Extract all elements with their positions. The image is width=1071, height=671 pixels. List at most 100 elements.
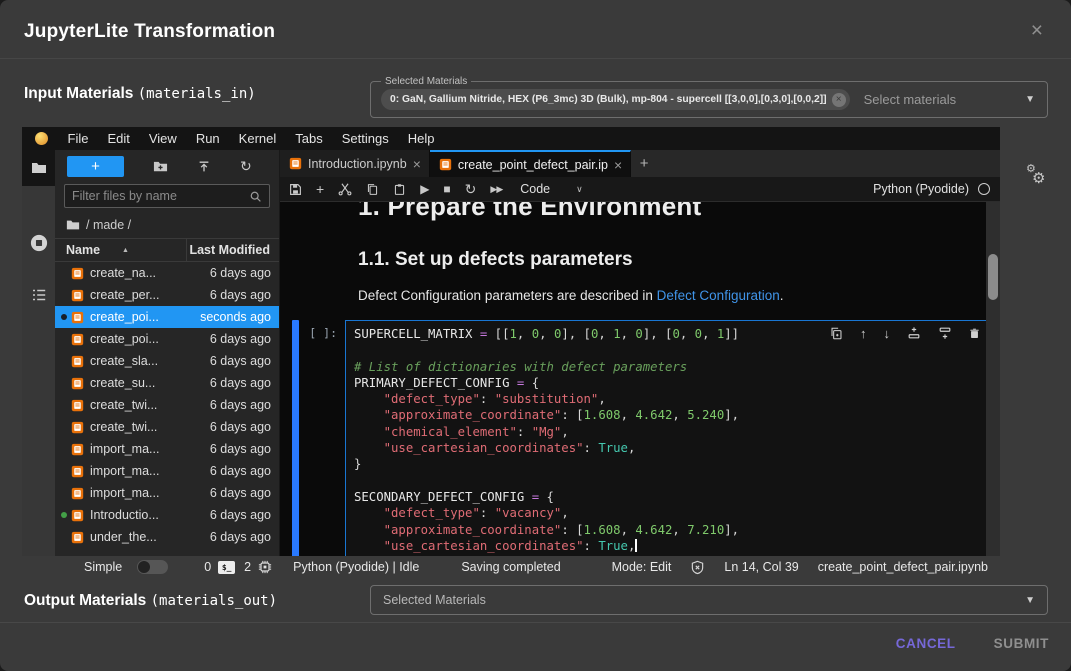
code-cell[interactable]: [ ]: SUPERCELL_MATRIX = [[1, 0, 0], [0, … xyxy=(292,320,993,556)
kernel-status-label[interactable]: Python (Pyodide) | Idle xyxy=(293,560,419,574)
file-row[interactable]: import_ma...6 days ago xyxy=(55,482,279,504)
kernel-running-dot xyxy=(61,512,67,518)
code-editor[interactable]: SUPERCELL_MATRIX = [[1, 0, 0], [0, 1, 0]… xyxy=(345,320,993,556)
notebook-scrollbar[interactable] xyxy=(986,202,1000,556)
refresh-icon: ↻ xyxy=(240,158,252,175)
file-row[interactable]: create_na...6 days ago xyxy=(55,262,279,284)
submit-button[interactable]: SUBMIT xyxy=(994,636,1049,651)
defect-configuration-link[interactable]: Defect Configuration xyxy=(657,288,780,303)
menu-item-edit[interactable]: Edit xyxy=(98,131,139,146)
close-icon[interactable]: × xyxy=(1031,20,1043,41)
dialog-title: JupyterLite Transformation xyxy=(24,21,275,43)
move-cell-up-button[interactable]: ↑ xyxy=(860,327,867,340)
insert-cell-above-button[interactable] xyxy=(907,326,921,340)
notebook-file-icon xyxy=(71,333,84,346)
kernel-indicator[interactable]: Python (Pyodide) xyxy=(873,182,990,196)
file-row[interactable]: create_poi...6 days ago xyxy=(55,328,279,350)
column-header-modified[interactable]: Last Modified xyxy=(187,243,279,257)
file-row[interactable]: create_twi...6 days ago xyxy=(55,416,279,438)
file-row[interactable]: Introductio...6 days ago xyxy=(55,504,279,526)
file-row[interactable]: create_poi...seconds ago xyxy=(55,306,279,328)
cancel-button[interactable]: CANCEL xyxy=(896,636,956,651)
menu-item-run[interactable]: Run xyxy=(186,131,229,146)
selected-materials-field[interactable]: Selected Materials 0: GaN, Gallium Nitri… xyxy=(370,81,1048,118)
file-row[interactable]: create_sla...6 days ago xyxy=(55,350,279,372)
duplicate-cell-button[interactable] xyxy=(830,327,843,340)
toggle-switch[interactable] xyxy=(137,560,168,574)
tab-close-icon[interactable]: × xyxy=(614,158,622,172)
footer-divider xyxy=(0,622,1071,623)
file-row[interactable]: create_per...6 days ago xyxy=(55,284,279,306)
file-list: create_na...6 days agocreate_per...6 day… xyxy=(55,262,279,556)
menu-item-view[interactable]: View xyxy=(139,131,186,146)
material-chip[interactable]: 0: GaN, Gallium Nitride, HEX (P6_3mc) 3D… xyxy=(381,89,850,110)
file-row[interactable]: import_ma...6 days ago xyxy=(55,460,279,482)
insert-cell-below-button[interactable] xyxy=(938,326,952,340)
cell-collapser[interactable] xyxy=(292,320,299,556)
upload-button[interactable] xyxy=(197,160,211,174)
file-row[interactable]: create_su...6 days ago xyxy=(55,372,279,394)
new-launcher-button[interactable]: + xyxy=(67,156,124,177)
output-materials-label: Output Materials (materials_out) xyxy=(24,592,277,610)
notebook-file-icon xyxy=(71,311,84,324)
file-row[interactable]: import_ma...6 days ago xyxy=(55,438,279,460)
dot-placeholder xyxy=(61,358,67,364)
copy-cells-button[interactable] xyxy=(366,183,379,196)
code-line: "chemical_element": "Mg", xyxy=(354,424,984,440)
file-browser-tab[interactable] xyxy=(22,150,55,186)
filter-files-box[interactable] xyxy=(64,184,270,208)
simple-mode-toggle[interactable]: Simple xyxy=(84,560,168,574)
filter-files-input[interactable] xyxy=(72,189,249,203)
add-tab-button[interactable]: + xyxy=(631,150,657,177)
menu-item-settings[interactable]: Settings xyxy=(332,131,398,146)
tab-close-icon[interactable]: × xyxy=(413,157,421,171)
restart-run-all-button[interactable]: ▶▶ xyxy=(490,185,502,194)
code-line: "use_cartesian_coordinates": True, xyxy=(354,538,984,554)
insert-cell-button[interactable]: + xyxy=(316,182,324,196)
file-modified: 6 days ago xyxy=(210,530,271,544)
run-cell-button[interactable]: ▶ xyxy=(420,183,429,195)
menu-item-tabs[interactable]: Tabs xyxy=(286,131,332,146)
cell-type-dropdown[interactable]: Code ∨ xyxy=(520,182,582,196)
cursor-position[interactable]: Ln 14, Col 39 xyxy=(724,560,798,574)
breadcrumb[interactable]: / made / xyxy=(55,215,279,238)
markdown-cell[interactable]: 1. Prepare the Environment 1.1. Set up d… xyxy=(358,202,970,303)
dot-placeholder xyxy=(61,446,67,452)
menu-item-file[interactable]: File xyxy=(58,131,98,146)
column-header-name[interactable]: Name ▲ xyxy=(55,239,187,261)
cut-cells-button[interactable] xyxy=(338,182,352,196)
delete-cell-button[interactable] xyxy=(969,327,980,340)
save-button[interactable] xyxy=(289,183,302,196)
file-row[interactable]: under_the...6 days ago xyxy=(55,526,279,548)
scrollbar-thumb[interactable] xyxy=(988,254,998,300)
kernels-status[interactable]: 2 xyxy=(244,560,272,574)
breadcrumb-path: / made / xyxy=(86,218,131,232)
tab-introduction-ipynb[interactable]: Introduction.ipynb× xyxy=(280,150,430,177)
table-of-contents-tab[interactable] xyxy=(31,287,47,308)
paste-cells-button[interactable] xyxy=(393,183,406,196)
chip-remove-icon[interactable]: × xyxy=(832,93,846,107)
new-folder-button[interactable] xyxy=(153,159,168,174)
menu-bar: FileEditViewRunKernelTabsSettingsHelp xyxy=(22,127,1000,150)
interrupt-kernel-button[interactable]: ■ xyxy=(443,183,450,195)
refresh-file-list-button[interactable]: ↻ xyxy=(240,158,252,175)
trust-shield-icon[interactable] xyxy=(690,560,705,575)
menu-item-help[interactable]: Help xyxy=(398,131,444,146)
tab-create-point-defect-pair-ip[interactable]: create_point_defect_pair.ip× xyxy=(430,150,631,177)
settings-gears-icon[interactable]: ⚙ ⚙ xyxy=(1025,161,1055,191)
notebook-file-icon xyxy=(71,509,84,522)
terminals-status[interactable]: 0 $_ xyxy=(204,560,235,574)
notebook-h2: 1.1. Set up defects parameters xyxy=(358,249,970,271)
chevron-down-icon[interactable]: ▼ xyxy=(1025,595,1035,606)
code-line: SECONDARY_DEFECT_CONFIG = { xyxy=(354,489,984,505)
menu-item-kernel[interactable]: Kernel xyxy=(229,131,286,146)
file-name: create_poi... xyxy=(90,332,210,346)
arrow-up-icon: ↑ xyxy=(860,327,867,340)
output-materials-select[interactable]: Selected Materials ▼ xyxy=(370,585,1048,615)
file-row[interactable]: create_twi...6 days ago xyxy=(55,394,279,416)
trash-icon xyxy=(969,327,980,340)
restart-kernel-button[interactable]: ↻ xyxy=(465,182,477,196)
chevron-down-icon[interactable]: ▼ xyxy=(1025,94,1035,105)
move-cell-down-button[interactable]: ↓ xyxy=(884,327,891,340)
running-kernels-tab[interactable] xyxy=(30,234,48,257)
